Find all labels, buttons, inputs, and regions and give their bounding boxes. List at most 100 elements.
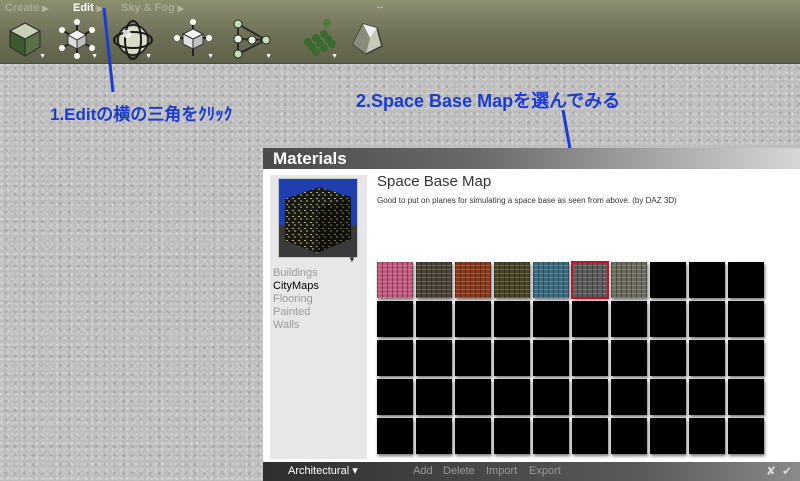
chevron-down-icon[interactable]: ▼ xyxy=(207,53,214,60)
material-description: Good to put on planes for simulating a s… xyxy=(377,196,677,205)
empty-swatch[interactable] xyxy=(728,301,764,337)
empty-swatch[interactable] xyxy=(377,418,413,454)
empty-swatch[interactable] xyxy=(572,340,608,376)
rock-icon xyxy=(352,23,383,55)
empty-swatch[interactable] xyxy=(650,262,686,298)
cancel-icon[interactable]: ✘ xyxy=(766,462,776,481)
empty-swatch[interactable] xyxy=(533,379,569,415)
export-button[interactable]: Export xyxy=(529,462,561,481)
menu-sky-fog[interactable]: Sky & Fog ▶ xyxy=(116,0,196,16)
category-select[interactable]: Architectural ▾ xyxy=(263,462,365,481)
empty-swatch[interactable] xyxy=(650,340,686,376)
empty-swatch[interactable] xyxy=(416,301,452,337)
empty-swatch[interactable] xyxy=(650,301,686,337)
empty-swatch[interactable] xyxy=(494,301,530,337)
empty-swatch[interactable] xyxy=(494,379,530,415)
empty-swatch[interactable] xyxy=(689,301,725,337)
empty-swatch[interactable] xyxy=(728,379,764,415)
resize-handle-icon[interactable]: ↔ xyxy=(375,1,385,12)
empty-swatch[interactable] xyxy=(572,301,608,337)
empty-swatch[interactable] xyxy=(728,418,764,454)
empty-swatch[interactable] xyxy=(377,379,413,415)
empty-swatch[interactable] xyxy=(533,301,569,337)
annotation-step-1: 1.Editの横の三角をｸﾘｯｸ xyxy=(50,105,233,124)
empty-swatch[interactable] xyxy=(533,340,569,376)
empty-swatch[interactable] xyxy=(455,379,491,415)
material-swatch[interactable] xyxy=(494,262,530,298)
empty-swatch[interactable] xyxy=(572,418,608,454)
empty-swatch[interactable] xyxy=(611,418,647,454)
empty-swatch[interactable] xyxy=(650,379,686,415)
empty-swatch[interactable] xyxy=(416,340,452,376)
chevron-down-icon[interactable]: ▼ xyxy=(331,53,338,60)
material-swatch[interactable] xyxy=(455,262,491,298)
menu-edit[interactable]: Edit ▶ xyxy=(68,0,116,16)
empty-swatch[interactable] xyxy=(416,418,452,454)
material-preview-image xyxy=(279,179,357,257)
empty-swatch[interactable] xyxy=(455,418,491,454)
empty-swatch[interactable] xyxy=(572,379,608,415)
confirm-icon[interactable]: ✔ xyxy=(782,462,792,481)
empty-swatch[interactable] xyxy=(728,262,764,298)
empty-swatch[interactable] xyxy=(533,418,569,454)
material-swatch[interactable] xyxy=(416,262,452,298)
chevron-right-icon: ▶ xyxy=(177,3,184,13)
material-swatch[interactable] xyxy=(533,262,569,298)
menu-bar: Create ▶ Edit ▶ Sky & Fog ▶ xyxy=(0,0,196,16)
empty-swatch[interactable] xyxy=(377,340,413,376)
chevron-down-icon[interactable]: ▼ xyxy=(91,53,98,60)
empty-swatch[interactable] xyxy=(455,340,491,376)
material-swatch[interactable] xyxy=(611,262,647,298)
preview-dropdown-icon[interactable]: ▼ xyxy=(348,255,356,264)
category-painted[interactable]: Painted xyxy=(273,306,319,319)
annotation-step-2: 2.Space Base Mapを選んでみる xyxy=(356,91,621,111)
chevron-right-icon: ▶ xyxy=(96,3,103,13)
swatch-grid xyxy=(377,261,767,454)
tool-node-graph[interactable]: ▼ xyxy=(228,18,274,62)
empty-swatch[interactable] xyxy=(689,262,725,298)
category-select-label: Architectural xyxy=(288,465,350,477)
tool-sphere[interactable]: ▼ xyxy=(108,18,154,62)
tool-transform[interactable]: ▼ xyxy=(170,18,216,62)
category-list: Buildings CityMaps Flooring Painted Wall… xyxy=(273,267,319,332)
chevron-right-icon: ▶ xyxy=(42,3,49,13)
category-buildings[interactable]: Buildings xyxy=(273,267,319,280)
empty-swatch[interactable] xyxy=(689,340,725,376)
chevron-down-icon[interactable]: ▼ xyxy=(265,53,272,60)
empty-swatch[interactable] xyxy=(611,301,647,337)
empty-swatch[interactable] xyxy=(494,418,530,454)
empty-swatch[interactable] xyxy=(689,418,725,454)
material-swatch-selected[interactable] xyxy=(571,261,609,299)
category-citymaps[interactable]: CityMaps xyxy=(273,280,319,293)
material-preview[interactable] xyxy=(278,178,358,258)
chevron-down-icon[interactable]: ▼ xyxy=(145,53,152,60)
toolbar: Create ▶ Edit ▶ Sky & Fog ▶ ↔ ▼ ▼ ▼ ▼ ▼ … xyxy=(0,0,800,64)
chevron-down-icon[interactable]: ▼ xyxy=(39,53,46,60)
material-swatch[interactable] xyxy=(377,262,413,298)
menu-create[interactable]: Create ▶ xyxy=(0,0,68,16)
empty-swatch[interactable] xyxy=(650,418,686,454)
empty-swatch[interactable] xyxy=(728,340,764,376)
category-flooring[interactable]: Flooring xyxy=(273,293,319,306)
tool-grid-spheres[interactable]: ▼ xyxy=(294,18,340,62)
import-button[interactable]: Import xyxy=(486,462,517,481)
material-title: Space Base Map xyxy=(377,173,492,190)
materials-sidebar: ▼ Buildings CityMaps Flooring Painted Wa… xyxy=(270,175,374,481)
tool-star-node[interactable]: ▼ xyxy=(54,18,100,62)
materials-panel: Materials ▼ Buildings CityMaps Flooring … xyxy=(263,148,800,481)
delete-button[interactable]: Delete xyxy=(443,462,475,481)
category-walls[interactable]: Walls xyxy=(273,319,319,332)
menu-edit-label: Edit xyxy=(73,2,94,14)
menu-sky-fog-label: Sky & Fog xyxy=(121,2,175,14)
empty-swatch[interactable] xyxy=(689,379,725,415)
add-button[interactable]: Add xyxy=(413,462,433,481)
empty-swatch[interactable] xyxy=(455,301,491,337)
empty-swatch[interactable] xyxy=(611,379,647,415)
tool-rock[interactable] xyxy=(344,18,390,62)
empty-swatch[interactable] xyxy=(416,379,452,415)
tool-cube[interactable]: ▼ xyxy=(2,18,48,62)
empty-swatch[interactable] xyxy=(611,340,647,376)
empty-swatch[interactable] xyxy=(494,340,530,376)
empty-swatch[interactable] xyxy=(377,301,413,337)
chevron-down-icon: ▾ xyxy=(352,465,358,477)
